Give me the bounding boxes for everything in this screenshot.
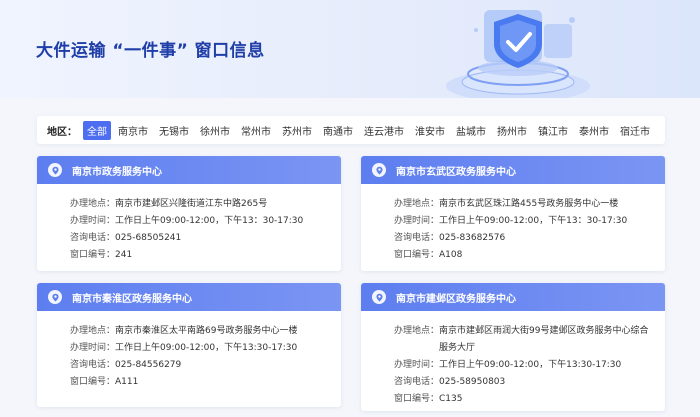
card-title: 南京市秦淮区政务服务中心: [72, 293, 192, 305]
address-label: 办理地点：: [70, 326, 116, 336]
hours-value: 工作日上午09:00-12:00，下午13:30-17:30: [115, 343, 298, 353]
phone-label: 咨询电话：: [70, 360, 116, 370]
region-nantong[interactable]: 南通市: [319, 121, 357, 140]
location-pin-icon: [372, 163, 386, 177]
page-title: 大件运输 “一件事” 窗口信息: [36, 41, 265, 61]
hours-value: 工作日上午09:00-12:00，下午13:30-17:30: [439, 360, 622, 370]
phone-label: 咨询电话：: [394, 377, 440, 387]
service-center-card: 南京市政务服务中心 办理地点： 南京市建邺区兴隆街道江东中路265号 办理时间：工…: [37, 156, 341, 271]
location-pin-icon: [48, 163, 62, 177]
card-title: 南京市建邺区政务服务中心: [396, 293, 516, 305]
phone-value: 025-68505241: [115, 233, 182, 243]
region-zhenjiang[interactable]: 镇江市: [534, 121, 572, 140]
address-value: 南京市建邺区兴隆街道江东中路265号: [115, 199, 268, 209]
card-header: 南京市政务服务中心: [37, 156, 341, 184]
phone-value: 025-58950803: [439, 377, 506, 387]
card-title: 南京市政务服务中心: [72, 166, 162, 178]
hours-value: 工作日上午09:00-12:00，下午13：30-17:30: [115, 216, 304, 226]
region-xuzhou[interactable]: 徐州市: [196, 121, 234, 140]
phone-value: 025-84556279: [115, 360, 182, 370]
page-banner: 大件运输 “一件事” 窗口信息: [0, 0, 700, 98]
address-label: 办理地点：: [394, 199, 440, 209]
window-value: A111: [115, 377, 139, 387]
address-label: 办理地点：: [70, 199, 116, 209]
hours-label: 办理时间：: [394, 216, 440, 226]
service-center-card: 南京市玄武区政务服务中心 办理地点： 南京市玄武区珠江路455号政务服务中心一楼 …: [361, 156, 665, 271]
region-filter-label: 地区：: [47, 126, 77, 138]
region-wuxi[interactable]: 无锡市: [155, 121, 193, 140]
region-lianyungang[interactable]: 连云港市: [360, 121, 408, 140]
address-value: 南京市建邺区雨润大街99号建邺区政务服务中心综合服务大厅: [439, 326, 649, 353]
window-label: 窗口编号：: [394, 394, 440, 404]
window-label: 窗口编号：: [70, 377, 116, 387]
address-value: 南京市玄武区珠江路455号政务服务中心一楼: [439, 199, 619, 209]
region-yancheng[interactable]: 盐城市: [452, 121, 490, 140]
location-pin-icon: [48, 290, 62, 304]
region-suzhou[interactable]: 苏州市: [278, 121, 316, 140]
service-center-card: 南京市秦淮区政务服务中心 办理地点： 南京市秦淮区太平南路69号政务服务中心一楼 …: [37, 283, 341, 407]
card-title: 南京市玄武区政务服务中心: [396, 166, 516, 178]
phone-value: 025-83682576: [439, 233, 506, 243]
phone-label: 咨询电话：: [394, 233, 440, 243]
region-filter: 地区： 全部 南京市 无锡市 徐州市 常州市 苏州市 南通市 连云港市 淮安市 …: [37, 116, 665, 144]
card-header: 南京市建邺区政务服务中心: [361, 283, 665, 311]
card-header: 南京市秦淮区政务服务中心: [37, 283, 341, 311]
service-center-card: 南京市建邺区政务服务中心 办理地点： 南京市建邺区雨润大街99号建邺区政务服务中心…: [361, 283, 665, 411]
shield-illustration: [446, 10, 590, 98]
window-value: C135: [439, 394, 463, 404]
phone-label: 咨询电话：: [70, 233, 116, 243]
address-value: 南京市秦淮区太平南路69号政务服务中心一楼: [115, 326, 298, 336]
region-changzhou[interactable]: 常州市: [237, 121, 275, 140]
hours-value: 工作日上午09:00-12:00，下午13：30-17:30: [439, 216, 628, 226]
card-header: 南京市玄武区政务服务中心: [361, 156, 665, 184]
region-nanjing[interactable]: 南京市: [114, 121, 152, 140]
window-label: 窗口编号：: [70, 250, 116, 260]
hours-label: 办理时间：: [70, 343, 116, 353]
address-label: 办理地点：: [394, 326, 440, 336]
region-yangzhou[interactable]: 扬州市: [493, 121, 531, 140]
location-pin-icon: [372, 290, 386, 304]
region-all[interactable]: 全部: [83, 120, 111, 140]
window-label: 窗口编号：: [394, 250, 440, 260]
region-taizhou[interactable]: 泰州市: [575, 121, 613, 140]
region-suqian[interactable]: 宿迁市: [616, 121, 654, 140]
window-value: A108: [439, 250, 463, 260]
window-value: 241: [115, 250, 133, 260]
region-huaian[interactable]: 淮安市: [411, 121, 449, 140]
hours-label: 办理时间：: [394, 360, 440, 370]
hours-label: 办理时间：: [70, 216, 116, 226]
